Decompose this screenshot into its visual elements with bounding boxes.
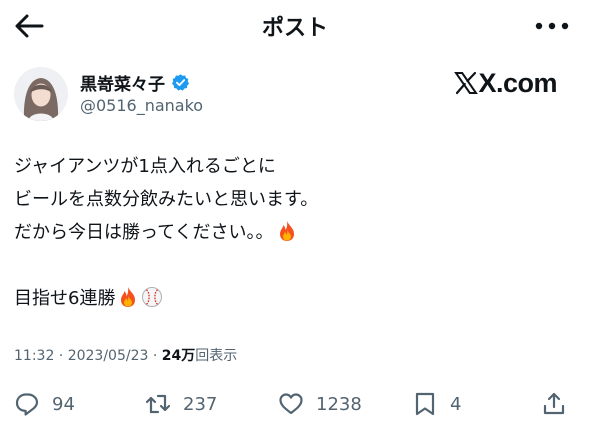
x-logo-icon (454, 71, 479, 95)
bookmark-count: 4 (450, 393, 462, 415)
bookmark-icon (415, 392, 435, 416)
post-line-4-text: 目指せ6連勝 (14, 288, 116, 309)
action-bar: 94 237 1238 4 (0, 383, 590, 427)
fire-emoji-icon (279, 221, 294, 241)
post-text: ジャイアンツが1点入れるごとに ビールを点数分飲みたいと思います。 だから今日は… (14, 150, 574, 315)
post-line-2: ビールを点数分飲みたいと思います。 (14, 189, 319, 210)
post-meta: 11:32 · 2023/05/23 · 24万回表示 (14, 345, 237, 365)
watermark-text: X.com (478, 67, 557, 98)
verified-badge-icon (171, 73, 190, 91)
share-button[interactable] (541, 389, 567, 419)
reply-count: 94 (52, 393, 75, 415)
share-icon (543, 392, 565, 415)
heart-icon (279, 393, 303, 415)
like-count: 1238 (316, 393, 362, 415)
reply-icon (15, 393, 39, 416)
baseball-emoji-icon (142, 287, 163, 307)
like-button[interactable]: 1238 (278, 389, 362, 419)
repost-icon (145, 394, 171, 414)
repost-count: 237 (183, 393, 218, 415)
page-title: ポスト (261, 16, 328, 41)
top-bar: ポスト (0, 0, 590, 52)
x-com-watermark: X.com (454, 66, 557, 100)
more-horizontal-icon[interactable] (534, 16, 570, 36)
views-label: 回表示 (195, 348, 238, 364)
avatar[interactable] (14, 67, 68, 121)
post-line-1: ジャイアンツが1点入れるごとに (14, 156, 276, 177)
reply-button[interactable]: 94 (14, 389, 75, 419)
author-name-row: 黒嵜菜々子 (80, 70, 190, 95)
author-handle[interactable]: @0516_nanako (80, 96, 203, 115)
repost-button[interactable]: 237 (145, 389, 217, 419)
post-line-4: 目指せ6連勝 (14, 282, 574, 315)
post-line-3: だから今日は勝ってください。。 (14, 216, 574, 249)
post-timestamp[interactable]: 11:32 · 2023/05/23 · (14, 348, 162, 364)
post-line-3-text: だから今日は勝ってください。。 (14, 222, 274, 243)
author-name[interactable]: 黒嵜菜々子 (80, 70, 165, 95)
fire-emoji-icon (121, 287, 136, 307)
views-count: 24万 (161, 348, 196, 364)
bookmark-button[interactable]: 4 (412, 389, 461, 419)
